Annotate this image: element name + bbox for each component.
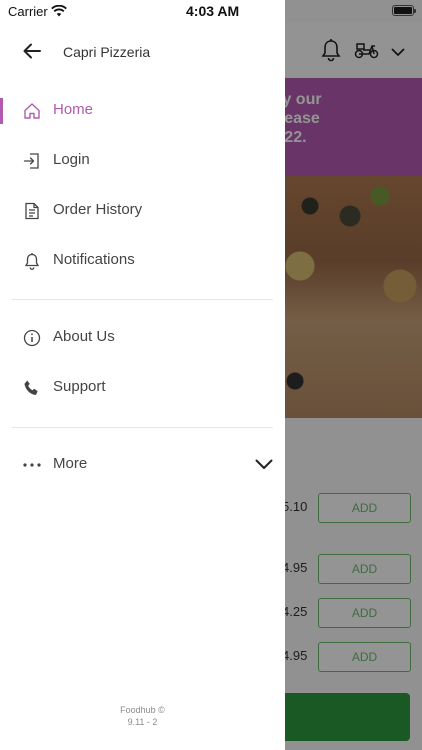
nav-label: Login [53,151,90,168]
nav-item-order-history[interactable]: Order History [0,189,285,233]
divider [12,427,273,428]
nav-item-more[interactable]: More [0,443,285,487]
nav-label: More [53,455,88,472]
nav-item-support[interactable]: Support [0,366,285,410]
active-indicator [0,98,3,124]
back-button[interactable] [16,35,48,67]
side-drawer: Capri Pizzeria Home Login Order History … [0,0,285,750]
phone-icon [21,377,43,399]
clock: 4:03 AM [186,3,240,19]
carrier-label: Carrier [8,4,48,19]
nav-label: About Us [53,328,115,345]
footer-brand: Foodhub © [120,705,165,715]
chevron-down-icon[interactable] [255,457,273,475]
nav-label: Order History [53,201,143,218]
login-icon [21,150,43,172]
nav-item-login[interactable]: Login [0,139,285,183]
wifi-icon [51,4,67,22]
nav-label: Notifications [53,251,135,268]
info-icon [21,327,43,349]
drawer-header: Capri Pizzeria [0,22,285,78]
nav-label: Home [53,101,94,118]
drawer-footer: Foodhub © 9.11 - 2 [0,704,285,728]
bell-icon [21,250,43,272]
nav-item-home[interactable]: Home [0,89,285,133]
nav-item-about-us[interactable]: About Us [0,316,285,360]
divider [12,299,273,300]
battery-icon [392,5,416,16]
more-dots-icon [21,454,43,476]
nav-item-notifications[interactable]: Notifications [0,239,285,283]
home-icon [21,100,43,122]
status-bar: Carrier 4:03 AM [0,0,422,22]
arrow-left-icon [23,43,41,59]
receipt-icon [21,200,43,222]
footer-version: 9.11 - 2 [127,717,158,727]
store-name: Capri Pizzeria [63,44,151,60]
nav-label: Support [53,378,106,395]
